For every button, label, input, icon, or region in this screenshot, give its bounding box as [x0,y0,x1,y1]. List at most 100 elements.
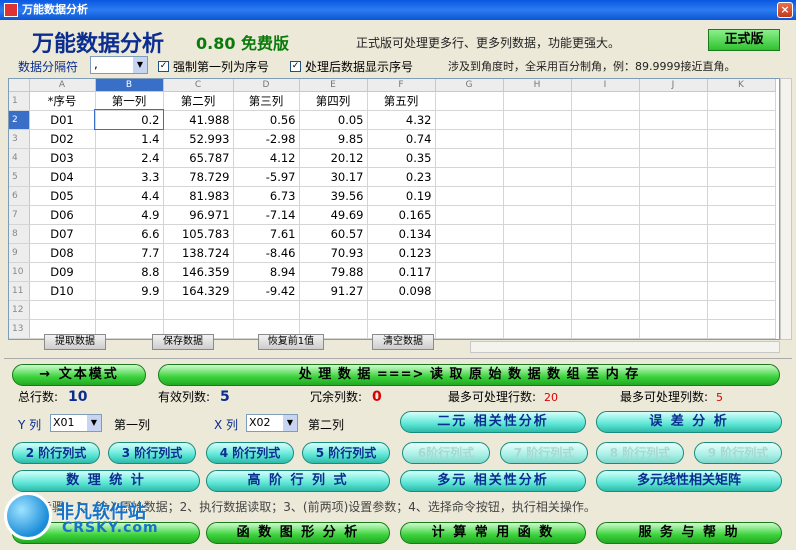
det-7-button[interactable]: 7 阶行列式 [500,442,588,464]
data-grid[interactable]: A B C D E F G H I J K 1 *序号 第一列 第二列 第三列 第四列 第五列 2 D01 0.2 41.… [8,78,780,340]
row-header[interactable]: 6 [9,186,30,206]
grid-cell[interactable] [707,91,776,111]
error-analysis-button[interactable]: 误 差 分 析 [596,411,782,433]
grid-cell[interactable]: 96.971 [163,205,234,225]
grid-cell[interactable] [367,300,436,320]
vertical-scrollbar[interactable] [780,78,792,340]
column-header[interactable]: B [95,79,164,92]
grid-cell[interactable]: 49.69 [299,205,368,225]
grid-cell[interactable]: 81.983 [163,186,234,206]
grid-cell[interactable] [707,148,776,168]
grid-cell[interactable]: 0.19 [367,186,436,206]
row-header[interactable]: 1 [9,91,30,111]
grid-cell[interactable] [707,186,776,206]
grid-cell[interactable] [571,167,640,187]
grid-cell[interactable] [707,262,776,282]
grid-cell[interactable]: -9.42 [233,281,300,301]
grid-cell[interactable]: D08 [29,243,96,263]
det-4-button[interactable]: 4 阶行列式 [206,442,294,464]
grid-cell[interactable] [707,205,776,225]
grid-cell[interactable] [571,300,640,320]
grid-cell[interactable]: 0.23 [367,167,436,187]
grid-cell[interactable] [435,91,504,111]
det-6-button[interactable]: 6阶行列式 [402,442,490,464]
row-header[interactable]: 11 [9,281,30,301]
grid-cell[interactable] [571,110,640,130]
grid-cell[interactable]: 0.35 [367,148,436,168]
grid-cell[interactable]: 41.988 [163,110,234,130]
save-data-button[interactable]: 保存数据 [152,334,214,350]
grid-cell[interactable]: 0.74 [367,129,436,149]
grid-cell[interactable] [503,243,572,263]
row-header[interactable]: 2 [9,110,30,130]
grid-cell[interactable] [707,167,776,187]
grid-cell[interactable] [639,110,708,130]
grid-cell[interactable]: 0.56 [233,110,300,130]
high-order-det-button[interactable]: 高 阶 行 列 式 [206,470,390,492]
grid-cell[interactable] [571,91,640,111]
grid-cell[interactable]: D06 [29,205,96,225]
grid-cell[interactable]: -7.14 [233,205,300,225]
grid-cell[interactable]: 60.57 [299,224,368,244]
calc-function-button[interactable]: 计 算 常 用 函 数 [400,522,586,544]
grid-cell[interactable] [571,129,640,149]
grid-cell[interactable]: 0.134 [367,224,436,244]
service-help-button[interactable]: 服 务 与 帮 助 [596,522,782,544]
grid-cell[interactable]: 4.9 [95,205,164,225]
row-header[interactable]: 4 [9,148,30,168]
grid-cell[interactable]: 8.94 [233,262,300,282]
y-col-select[interactable]: X01 ▼ [50,414,102,432]
grid-cell[interactable] [503,167,572,187]
grid-cell[interactable] [503,300,572,320]
grid-cell[interactable]: -2.98 [233,129,300,149]
chevron-down-icon[interactable]: ▼ [87,415,101,431]
column-header[interactable]: C [163,79,234,92]
grid-cell[interactable] [435,281,504,301]
grid-cell[interactable]: 79.88 [299,262,368,282]
grid-cell[interactable] [503,205,572,225]
close-button[interactable]: × [777,2,793,18]
grid-cell[interactable] [639,281,708,301]
grid-cell[interactable] [503,281,572,301]
x-col-select[interactable]: X02 ▼ [246,414,298,432]
grid-cell[interactable]: 4.12 [233,148,300,168]
function-graph-button[interactable]: 函 数 图 形 分 析 [206,522,390,544]
column-header[interactable]: E [299,79,368,92]
grid-cell[interactable] [435,300,504,320]
pro-version-button[interactable]: 正式版 [708,29,780,51]
show-index-checkbox[interactable]: ✓ 处理后数据显示序号 [290,58,413,75]
grid-cell[interactable] [639,148,708,168]
row-header[interactable]: 9 [9,243,30,263]
grid-cell[interactable] [707,300,776,320]
grid-cell[interactable] [503,110,572,130]
restore-button[interactable]: 恢复前1值 [258,334,324,350]
grid-cell[interactable] [571,148,640,168]
grid-cell[interactable] [571,224,640,244]
grid-cell[interactable]: 1.4 [95,129,164,149]
grid-cell[interactable]: 138.724 [163,243,234,263]
grid-cell[interactable] [639,300,708,320]
grid-cell[interactable]: -8.46 [233,243,300,263]
grid-cell[interactable] [435,224,504,244]
grid-cell[interactable] [639,167,708,187]
row-header[interactable]: 8 [9,224,30,244]
grid-cell[interactable]: -5.97 [233,167,300,187]
grid-cell[interactable]: *序号 [29,91,96,111]
grid-cell[interactable] [503,224,572,244]
column-header[interactable]: G [435,79,504,92]
grid-cell[interactable] [571,243,640,263]
grid-cell[interactable] [503,129,572,149]
row-header[interactable]: 3 [9,129,30,149]
grid-cell[interactable] [435,129,504,149]
grid-cell[interactable]: D09 [29,262,96,282]
grid-cell[interactable] [707,224,776,244]
grid-cell[interactable] [503,148,572,168]
grid-cell[interactable]: 0.05 [299,110,368,130]
grid-cell[interactable]: 7.7 [95,243,164,263]
grid-cell[interactable]: D07 [29,224,96,244]
multi-correlation-button[interactable]: 多元 相关性分析 [400,470,586,492]
column-header[interactable]: J [639,79,708,92]
grid-cell[interactable] [707,319,776,339]
grid-cell[interactable] [163,300,234,320]
grid-cell[interactable]: 9.85 [299,129,368,149]
